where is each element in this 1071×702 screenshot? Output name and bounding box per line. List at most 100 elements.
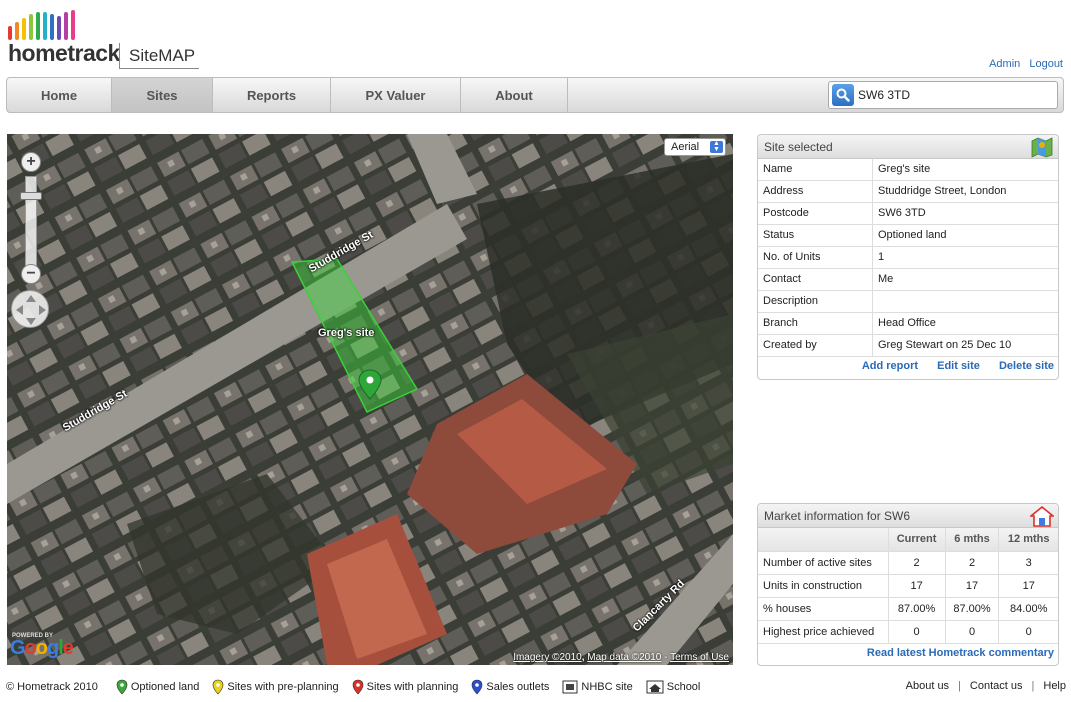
map-type-select[interactable]: Aerial ▲ ▼ [664,138,726,156]
yellow-pin-icon [213,679,224,695]
info-row: Status Optioned land [758,225,1058,247]
map-attribution: Imagery ©2010, Map data ©2010 - Terms of… [513,652,729,663]
cell-value: 17 [888,574,946,598]
info-value: Greg Stewart on 25 Dec 10 [878,339,1012,351]
zoom-track[interactable] [25,176,37,276]
legend-label: NHBC site [581,681,633,693]
map-view[interactable]: Aerial ▲ ▼ + − Studdridge St Studdridge S… [7,134,733,665]
cell-value: 0 [888,620,946,644]
cell-value: 0 [945,620,1000,644]
legend-item: Sites with planning [352,679,459,695]
admin-link[interactable]: Admin [989,58,1020,70]
logo-bars [8,10,75,40]
cell-value: 17 [945,574,1000,598]
logo-bar [43,12,47,40]
info-label: Contact [758,269,873,290]
legend-label: Optioned land [130,681,200,693]
info-value: Head Office [878,317,936,329]
terms-link[interactable]: Terms of Use [670,652,729,663]
info-row: Created by Greg Stewart on 25 Dec 10 [758,335,1058,357]
legend-label: School [666,681,701,693]
row-label: Highest price achieved [758,620,889,644]
info-value: Studdridge Street, London [878,185,1007,197]
info-label: Postcode [758,203,873,224]
product-name: SiteMAP [129,46,196,65]
google-logo: POWERED BY Google [10,633,74,659]
info-row: Name Greg's site [758,159,1058,181]
about-us-link[interactable]: About us [906,680,949,692]
column-header: 6 mths [945,528,1000,552]
search-button[interactable] [832,84,854,106]
column-header [758,528,889,552]
legend-item: Sales outlets [471,679,549,695]
cell-value: 2 [945,551,1000,575]
legend-item: School [646,679,701,695]
contact-us-link[interactable]: Contact us [970,680,1023,692]
edit-site-link[interactable]: Edit site [937,360,980,372]
info-label: Created by [758,335,873,356]
row-label: Units in construction [758,574,889,598]
red-pin-icon [352,679,363,695]
info-label: Branch [758,313,873,334]
search-icon [836,88,850,102]
map-data-link[interactable]: Map data ©2010 [587,652,661,663]
cell-value: 0 [998,620,1058,644]
footer-separator: | [958,680,961,692]
row-label: Number of active sites [758,551,889,575]
logo-bar [15,22,19,40]
search-box [828,81,1058,109]
main-nav: Home Sites Reports PX Valuer About [6,77,1064,113]
nav-home[interactable]: Home [7,78,112,112]
chevron-updown-icon: ▲ ▼ [710,140,723,153]
map-legend: Optioned land Sites with pre-planning Site… [116,679,714,695]
site-label[interactable]: Greg's site [318,327,374,339]
logo-text: hometrack [8,40,120,66]
column-header: Current [888,528,946,552]
info-row: Postcode SW6 3TD [758,203,1058,225]
info-label: Address [758,181,873,202]
search-input[interactable] [858,88,1048,102]
logo-underline [119,68,199,69]
info-row: Contact Me [758,269,1058,291]
legend-item: Sites with pre-planning [212,679,339,695]
imagery-link[interactable]: Imagery ©2010 [513,652,582,663]
delete-site-link[interactable]: Delete site [999,360,1054,372]
table-row: Highest price achieved 0 0 0 [758,620,1058,644]
green-pin-icon [116,679,128,695]
legend-label: Sites with planning [366,681,459,693]
nav-reports[interactable]: Reports [213,78,331,112]
market-table: Current 6 mths 12 mths Number of active si… [758,528,1058,644]
map-icon [1031,137,1053,158]
logo-bar [29,14,33,40]
zoom-slider-handle[interactable] [20,192,42,200]
attribution-separator: , [581,652,585,663]
logo-bar [71,10,75,40]
panel-title: Market information for SW6 [764,509,911,523]
table-row: Number of active sites 2 2 3 [758,551,1058,575]
cell-value: 87.00% [945,597,1000,621]
site-selected-header: Site selected [758,135,1058,159]
table-row: % houses 87.00% 87.00% 84.00% [758,597,1058,621]
cell-value: 87.00% [888,597,946,621]
footer-separator: | [1031,680,1035,692]
panel-title: Site selected [764,140,833,154]
logo-bar [8,26,12,40]
logo-bar [64,12,68,40]
nav-about[interactable]: About [461,78,568,112]
add-report-link[interactable]: Add report [862,360,918,372]
logout-link[interactable]: Logout [1029,58,1063,70]
legend-item: NHBC site [562,679,633,695]
nav-px-valuer[interactable]: PX Valuer [331,78,461,112]
house-icon [1030,505,1054,527]
nav-sites[interactable]: Sites [112,78,213,112]
zoom-out-button[interactable]: − [21,264,41,284]
logo-bar [50,14,54,40]
commentary-link[interactable]: Read latest Hometrack commentary [867,647,1054,659]
nhbc-icon [562,680,578,694]
zoom-in-button[interactable]: + [21,152,41,172]
info-label: Description [758,291,873,312]
legend-label: Sites with pre-planning [227,681,339,693]
pan-control[interactable] [11,290,49,328]
market-info-header: Market information for SW6 [758,504,1058,528]
help-link[interactable]: Help [1043,680,1066,692]
